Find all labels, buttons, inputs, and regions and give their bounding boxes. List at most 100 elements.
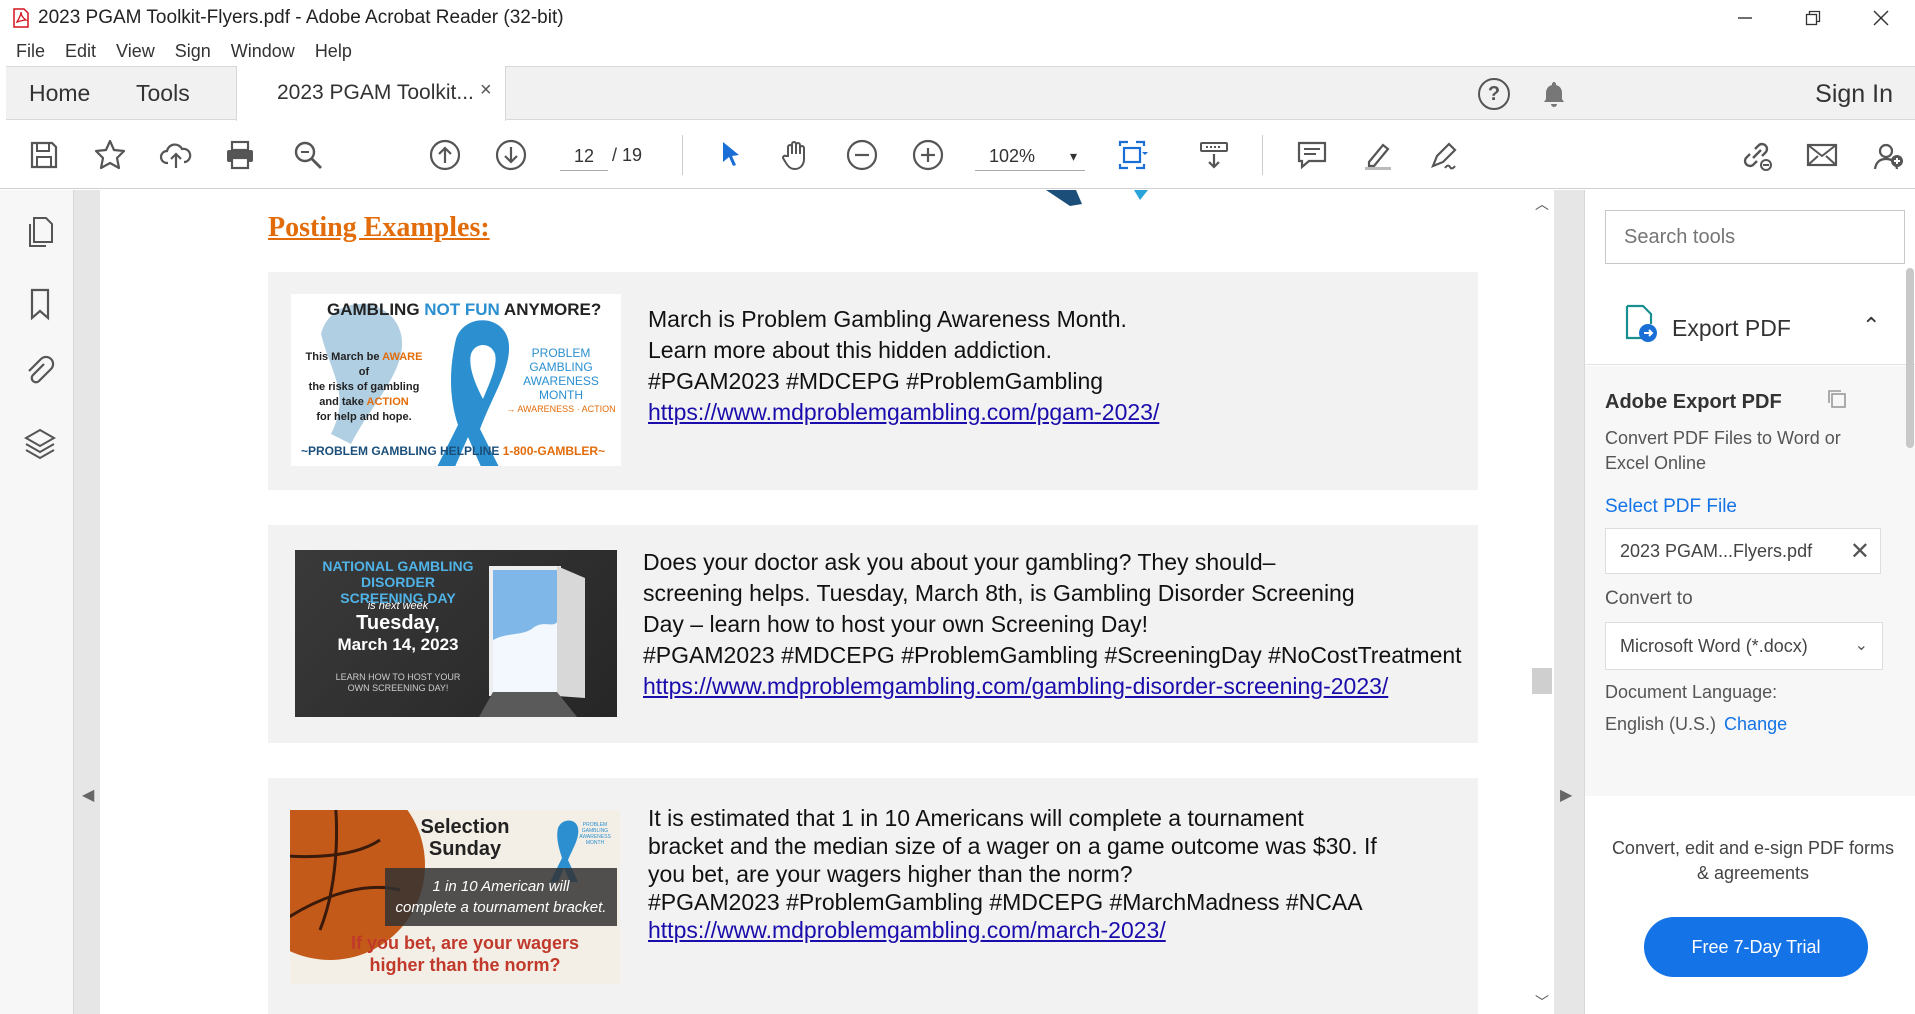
menu-window[interactable]: Window (231, 41, 295, 62)
post-line: March is Problem Gambling Awareness Mont… (648, 306, 1127, 332)
select-pointer-icon[interactable] (710, 135, 750, 175)
post-line: bracket and the median size of a wager o… (648, 833, 1377, 859)
img-headline-end: ANYMORE? (499, 300, 602, 319)
post-link[interactable]: https://www.mdproblemgambling.com/gambli… (643, 673, 1388, 699)
help-icon[interactable]: ? (1478, 78, 1510, 110)
tab-document[interactable]: 2023 PGAM Toolkit... × (236, 66, 506, 121)
img-footer-highlight: 1-800-GAMBLER~ (502, 444, 606, 458)
document-scrollbar[interactable]: ︿ ﹀ (1530, 190, 1554, 1014)
menu-sign[interactable]: Sign (175, 41, 211, 62)
tab-close-icon[interactable]: × (480, 79, 492, 102)
post-line: you bet, are your wagers higher than the… (648, 861, 1133, 887)
img-pgam-subtext: → AWARENESS · ACTION (506, 404, 616, 414)
zoom-out-icon[interactable] (842, 135, 882, 175)
img-title-text: Selection (420, 816, 510, 838)
restore-icon[interactable] (1779, 0, 1847, 36)
tab-bar: Home Tools 2023 PGAM Toolkit... × ? Sign… (6, 66, 1915, 121)
hand-tool-icon[interactable] (776, 135, 816, 175)
email-icon[interactable] (1802, 135, 1842, 175)
print-icon[interactable] (220, 135, 260, 175)
post-link[interactable]: https://www.mdproblemgambling.com/pgam-2… (648, 399, 1159, 425)
attachments-paperclip-icon[interactable] (22, 354, 58, 390)
img-cta-text: OWN SCREENING DAY! (347, 683, 449, 693)
img-body-text: the risks of gambling (308, 381, 420, 393)
img-footer-text: ~PROBLEM GAMBLING HELPLINE (301, 444, 503, 458)
next-page-icon[interactable] (491, 135, 531, 175)
convert-format-select[interactable]: Microsoft Word (*.docx) ⌄ (1605, 622, 1883, 670)
logo-fragment-icon (1046, 190, 1148, 206)
export-pdf-tool[interactable]: Export PDF ⌃ (1585, 285, 1915, 365)
img-headline-text: GAMBLING (327, 300, 425, 319)
sign-in-button[interactable]: Sign In (1815, 80, 1893, 109)
main-toolbar: 12 / 19 102% ▾ (0, 121, 1915, 189)
collapse-chevron-icon[interactable]: ⌃ (1862, 313, 1880, 339)
tab-home[interactable]: Home (29, 80, 90, 107)
notification-bell-icon[interactable] (1539, 79, 1569, 109)
export-pdf-body: Adobe Export PDF Convert PDF Files to Wo… (1585, 366, 1915, 796)
posting-examples-heading: Posting Examples: (268, 212, 490, 243)
copy-icon[interactable] (1826, 388, 1848, 410)
add-user-icon[interactable] (1868, 135, 1908, 175)
share-link-icon[interactable] (1736, 135, 1776, 175)
selected-file-field[interactable]: 2023 PGAM...Flyers.pdf ✕ (1605, 528, 1881, 574)
title-bar: 2023 PGAM Toolkit-Flyers.pdf - Adobe Acr… (0, 0, 1915, 36)
export-pdf-icon (1623, 303, 1659, 343)
menu-edit[interactable]: Edit (65, 41, 96, 62)
panel-scrollbar-thumb[interactable] (1906, 268, 1914, 448)
scroll-mode-icon[interactable] (1194, 135, 1234, 175)
img-badge-text: PROBLEM GAMBLING (581, 822, 609, 834)
img-stat-text: complete a tournament bracket. (395, 899, 607, 916)
img-title-text: Sunday (428, 838, 502, 860)
bookmarks-icon[interactable] (22, 286, 58, 322)
free-trial-button[interactable]: Free 7-Day Trial (1644, 917, 1868, 977)
zoom-level-value: 102% (989, 146, 1036, 166)
close-icon[interactable] (1847, 0, 1915, 36)
post-line: It is estimated that 1 in 10 Americans w… (648, 805, 1304, 831)
document-view[interactable]: ◀ Posting Examples: GAMBLING NOT FUN ANY… (74, 190, 1584, 1014)
minimize-icon[interactable] (1711, 0, 1779, 36)
left-nav-rail (0, 190, 74, 1014)
scroll-down-icon[interactable]: ﹀ (1535, 992, 1549, 1012)
page-total: / 19 (612, 145, 643, 165)
tab-tools[interactable]: Tools (136, 80, 190, 107)
zoom-in-icon[interactable] (908, 135, 948, 175)
scroll-up-icon[interactable]: ︿ (1535, 194, 1549, 214)
img-question-text: If you bet, are your wagers (350, 933, 580, 953)
post-link[interactable]: https://www.mdproblemgambling.com/march-… (648, 917, 1166, 943)
upload-cloud-icon[interactable] (156, 135, 196, 175)
change-language-link[interactable]: Change (1724, 714, 1787, 734)
zoom-search-icon[interactable] (288, 135, 328, 175)
img-pgam-text: AWARENESS MONTH (523, 374, 599, 402)
panel-scrollbar[interactable] (1904, 242, 1915, 802)
zoom-level-select[interactable]: 102% ▾ (975, 141, 1085, 171)
bookmark-star-icon[interactable] (90, 135, 130, 175)
page-fit-icon[interactable] (1112, 135, 1152, 175)
acrobat-app-icon (12, 8, 30, 28)
img-body-highlight: AWARE (382, 351, 423, 363)
page-thumbnails-icon[interactable] (22, 214, 58, 250)
window-title: 2023 PGAM Toolkit-Flyers.pdf - Adobe Acr… (38, 7, 564, 28)
menu-view[interactable]: View (116, 41, 155, 62)
select-pdf-file-link[interactable]: Select PDF File (1605, 496, 1737, 518)
img-cta-text: LEARN HOW TO HOST YOUR (335, 672, 461, 682)
page-number-input[interactable]: 12 (560, 141, 608, 171)
menu-file[interactable]: File (16, 41, 45, 62)
search-tools-input[interactable] (1605, 210, 1905, 264)
highlight-pen-icon[interactable] (1358, 135, 1398, 175)
previous-page-icon[interactable] (425, 135, 465, 175)
save-icon[interactable] (24, 135, 64, 175)
clear-file-icon[interactable]: ✕ (1850, 537, 1870, 566)
img-question-text: higher than the norm? (369, 955, 561, 975)
comment-icon[interactable] (1292, 135, 1332, 175)
expand-right-panel-icon[interactable]: ▶ (1560, 785, 1572, 805)
pdf-page: Posting Examples: GAMBLING NOT FUN ANYMO… (100, 190, 1530, 1014)
layers-icon[interactable] (22, 426, 58, 462)
scrollbar-thumb[interactable] (1532, 668, 1552, 694)
post-line: Day – learn how to host your own Screeni… (643, 611, 1148, 637)
img-badge-text: AWARENESS MONTH (579, 834, 611, 846)
tab-document-label: 2023 PGAM Toolkit... (277, 81, 474, 104)
fill-sign-icon[interactable] (1424, 135, 1464, 175)
post-card: Selection Sunday PROBLEM GAMBLING AWAREN… (268, 778, 1478, 1014)
menu-help[interactable]: Help (315, 41, 352, 62)
collapse-left-panel-icon[interactable]: ◀ (82, 785, 94, 805)
